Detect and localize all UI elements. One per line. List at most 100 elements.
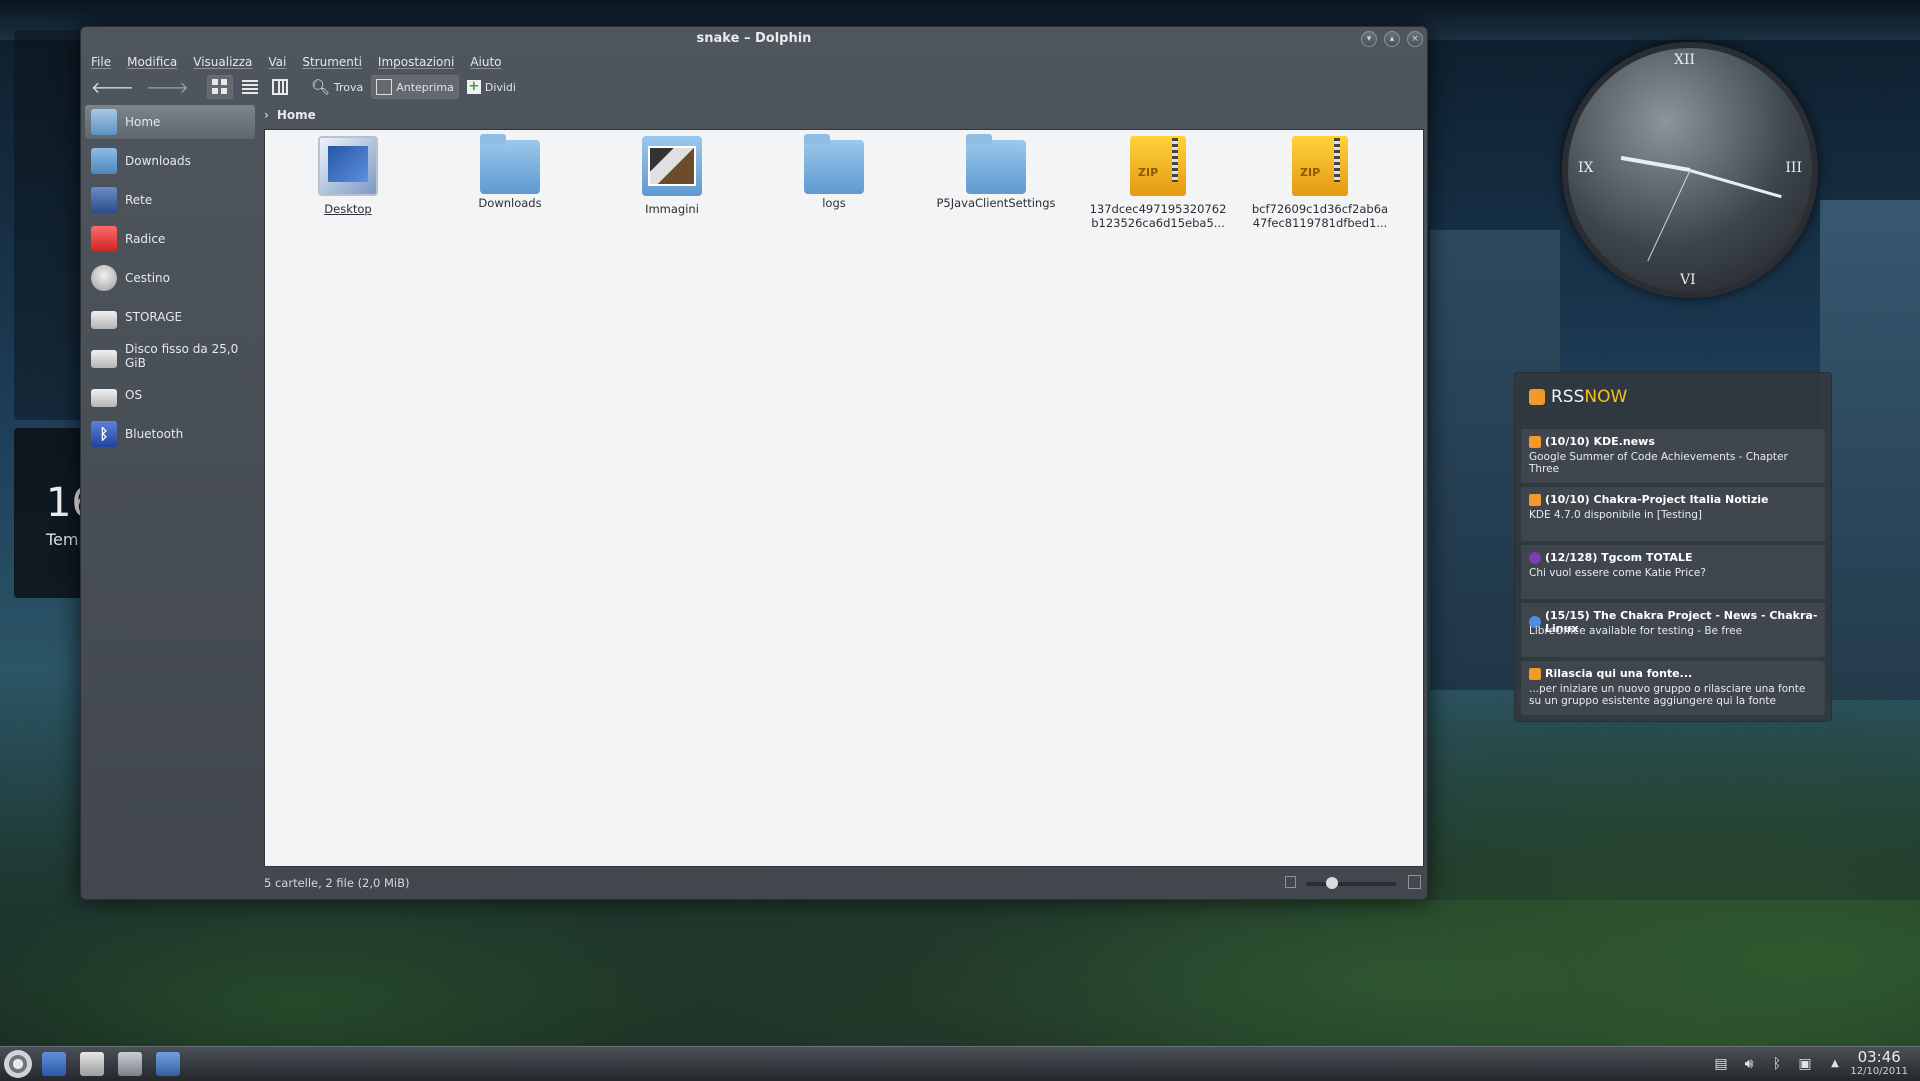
- zip-label: ZIP: [1300, 166, 1321, 179]
- sidebar-item-downloads[interactable]: Downloads: [85, 144, 255, 178]
- sidebar-item-label: Bluetooth: [125, 427, 184, 441]
- task-files-icon[interactable]: [80, 1052, 104, 1076]
- tray-expand-arrow-icon[interactable]: ▲: [1827, 1056, 1843, 1072]
- clock-time: 03:46: [1857, 1048, 1901, 1066]
- details-view-button[interactable]: [237, 75, 263, 99]
- clock-numeral-3: III: [1785, 160, 1802, 176]
- rss-item-desc: Chi vuol essere come Katie Price?: [1529, 567, 1706, 579]
- downloads-icon: [91, 148, 117, 174]
- rss-feed-item[interactable]: (15/15) The Chakra Project - News - Chak…: [1521, 603, 1825, 657]
- rss-item-title: (10/10) KDE.news: [1545, 435, 1655, 448]
- file-item-zip-2[interactable]: ZIP bcf72609c1d36cf2ab6a 47fec8119781dfb…: [1250, 136, 1390, 230]
- status-text: 5 cartelle, 2 file (2,0 MiB): [264, 876, 410, 890]
- sidebar-item-label: OS: [125, 388, 143, 402]
- sidebar-item-label: Radice: [125, 232, 166, 246]
- task-dolphin-icon[interactable]: [42, 1052, 66, 1076]
- rss-item-title: Rilascia qui una fonte...: [1545, 667, 1693, 680]
- sidebar-item-label: Disco fisso da 25,0 GiB: [125, 342, 239, 370]
- folder-icon: [480, 134, 540, 194]
- rss-item-desc: LibreOffice available for testing - Be f…: [1529, 625, 1743, 637]
- rss-item-desc: KDE 4.7.0 disponibile in [Testing]: [1529, 509, 1703, 521]
- file-item-desktop[interactable]: Desktop: [278, 136, 418, 216]
- analog-clock-widget[interactable]: XII III VI IX: [1562, 42, 1818, 298]
- menu-file[interactable]: File: [91, 51, 111, 73]
- task-terminal-icon[interactable]: [118, 1052, 142, 1076]
- menu-aiuto[interactable]: Aiuto: [470, 51, 501, 73]
- sidebar-item-home[interactable]: Home: [85, 105, 255, 139]
- file-name: Desktop: [324, 202, 372, 216]
- sidebar-item-label: Downloads: [125, 154, 191, 168]
- rss-feed-item[interactable]: (12/128) Tgcom TOTALE Chi vuol essere co…: [1521, 545, 1825, 599]
- folder-icon: [804, 134, 864, 194]
- digital-clock[interactable]: 03:46 12/10/2011: [1850, 1049, 1908, 1078]
- sidebar-item-bluetooth[interactable]: ᛒ Bluetooth: [85, 417, 255, 451]
- zoom-slider-handle[interactable]: [1325, 877, 1338, 889]
- breadcrumb[interactable]: › Home: [264, 105, 316, 125]
- preview-label: Anteprima: [396, 80, 454, 94]
- zip-label: ZIP: [1138, 166, 1159, 179]
- task-settings-icon[interactable]: [156, 1052, 180, 1076]
- close-button[interactable]: ×: [1407, 31, 1423, 47]
- bluetooth-tray-icon[interactable]: ᛒ: [1769, 1056, 1785, 1072]
- sidebar-item-cestino[interactable]: Cestino: [85, 261, 255, 295]
- zoom-out-icon[interactable]: [1285, 876, 1296, 888]
- sidebar-item-disco-fisso[interactable]: Disco fisso da 25,0 GiB: [85, 339, 255, 373]
- zip-archive-icon: ZIP: [1130, 136, 1186, 196]
- clock-second-hand: [1647, 170, 1691, 262]
- rssnow-brand-rss: RSS: [1551, 387, 1585, 407]
- menu-vai[interactable]: Vai: [268, 51, 286, 73]
- chevron-right-icon: ›: [264, 108, 269, 122]
- sidebar-item-storage[interactable]: STORAGE: [85, 300, 255, 334]
- menu-visualizza[interactable]: Visualizza: [193, 51, 252, 73]
- minimize-button[interactable]: ▾: [1361, 31, 1377, 47]
- network-icon: [91, 187, 117, 213]
- rss-feed-item[interactable]: (10/10) Chakra-Project Italia Notizie KD…: [1521, 487, 1825, 541]
- sidebar-item-label: STORAGE: [125, 310, 183, 324]
- maximize-button[interactable]: ▴: [1384, 31, 1400, 47]
- find-button[interactable]: 🔍︎ Trova: [307, 75, 367, 99]
- split-icon: +: [466, 79, 481, 94]
- back-button[interactable]: 🡐: [87, 75, 138, 99]
- taskbar: ▤ 🔊︎ ᛒ ▣ ▲ 03:46 12/10/2011: [0, 1046, 1920, 1081]
- split-button[interactable]: + Dividi: [463, 75, 520, 99]
- file-item-logs[interactable]: logs: [764, 134, 904, 210]
- forward-button[interactable]: 🡒: [142, 75, 193, 99]
- file-item-p5javaclientsettings[interactable]: P5JavaClientSettings: [926, 134, 1066, 210]
- places-panel: Home Downloads Rete Radice Cestino STORA…: [85, 105, 255, 891]
- forward-arrow-icon: 🡒: [145, 78, 189, 97]
- file-name: Immagini: [645, 202, 699, 216]
- columns-view-button[interactable]: [267, 75, 293, 99]
- file-item-zip-1[interactable]: ZIP 137dcec497195320762 b123526ca6d15eba…: [1088, 136, 1228, 230]
- wallpaper-building: [1820, 200, 1920, 700]
- menu-impostazioni[interactable]: Impostazioni: [378, 51, 454, 73]
- clipboard-icon[interactable]: ▤: [1713, 1056, 1729, 1072]
- sidebar-item-radice[interactable]: Radice: [85, 222, 255, 256]
- preview-icon: [376, 79, 393, 95]
- list-view-icon: [241, 80, 258, 94]
- volume-icon[interactable]: 🔊︎: [1741, 1056, 1757, 1072]
- rssnow-header: RSS NOW: [1529, 387, 1627, 407]
- images-folder-icon: [642, 136, 702, 196]
- file-name-line2: 47fec8119781dfbed1...: [1252, 216, 1388, 230]
- sidebar-item-rete[interactable]: Rete: [85, 183, 255, 217]
- icons-view-button[interactable]: [206, 75, 233, 99]
- sidebar-item-os[interactable]: OS: [85, 378, 255, 412]
- breadcrumb-home[interactable]: Home: [277, 108, 316, 122]
- rss-feed-item[interactable]: Rilascia qui una fonte... ...per iniziar…: [1521, 661, 1825, 715]
- rss-feed-icon: [1529, 667, 1541, 680]
- zoom-in-icon[interactable]: [1408, 875, 1421, 889]
- folder-icon: [966, 134, 1026, 194]
- rss-feed-item[interactable]: (10/10) KDE.news Google Summer of Code A…: [1521, 429, 1825, 483]
- file-name: bcf72609c1d36cf2ab6a: [1251, 202, 1389, 216]
- menu-modifica[interactable]: Modifica: [127, 51, 177, 73]
- application-launcher-icon[interactable]: [4, 1050, 32, 1078]
- device-notifier-icon[interactable]: ▣: [1797, 1056, 1813, 1072]
- menu-strumenti[interactable]: Strumenti: [302, 51, 362, 73]
- preview-button[interactable]: Anteprima: [371, 75, 459, 99]
- file-item-downloads[interactable]: Downloads: [440, 134, 580, 210]
- file-item-immagini[interactable]: Immagini: [602, 136, 742, 216]
- file-view[interactable]: Desktop Downloads Immagini logs P5JavaCl…: [264, 129, 1424, 867]
- clock-hour-hand: [1620, 155, 1691, 172]
- rssnow-widget: RSS NOW (10/10) KDE.news Google Summer o…: [1514, 372, 1832, 722]
- zoom-slider[interactable]: [1306, 877, 1396, 889]
